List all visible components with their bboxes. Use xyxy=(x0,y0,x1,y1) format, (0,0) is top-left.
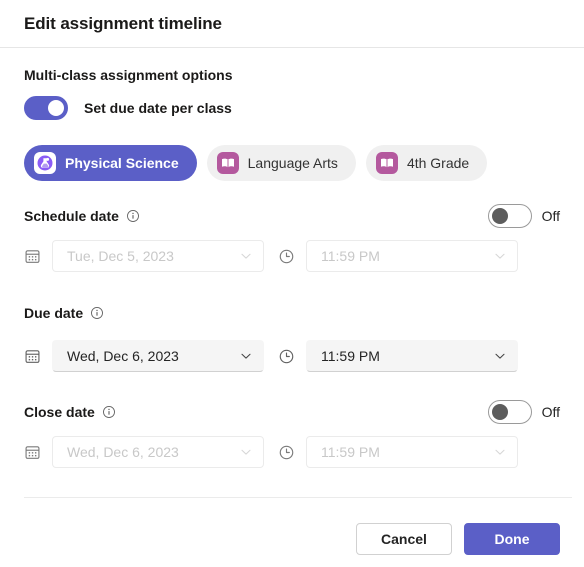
close-date-toggle-state: Off xyxy=(541,404,560,420)
calendar-icon xyxy=(24,248,52,265)
class-tab-language-arts[interactable]: Language Arts xyxy=(206,145,356,181)
schedule-date-toggle-group: Off xyxy=(487,204,560,228)
due-date-block: Due date Wed, Dec 6, 2023 11:59 PM xyxy=(24,303,560,372)
due-date-header: Due date xyxy=(24,303,560,323)
set-due-date-per-class-row: Set due date per class xyxy=(24,96,560,120)
schedule-date-value: Tue, Dec 5, 2023 xyxy=(67,248,174,264)
due-date-label: Due date xyxy=(24,305,84,321)
class-tab-4th-grade[interactable]: 4th Grade xyxy=(365,145,488,181)
due-date-value: Wed, Dec 6, 2023 xyxy=(67,348,179,364)
done-button[interactable]: Done xyxy=(464,522,560,555)
clock-icon xyxy=(278,248,306,265)
close-date-value: Wed, Dec 6, 2023 xyxy=(67,444,179,460)
schedule-date-toggle-state: Off xyxy=(541,208,560,224)
schedule-date-fields: Tue, Dec 5, 2023 11:59 PM xyxy=(24,240,560,272)
close-date-fields: Wed, Dec 6, 2023 11:59 PM xyxy=(24,436,560,468)
close-date-input[interactable]: Wed, Dec 6, 2023 xyxy=(52,436,264,468)
close-time-input[interactable]: 11:59 PM xyxy=(306,436,518,468)
schedule-date-block: Schedule date Off Tue, Dec 5, 2023 11:59… xyxy=(24,204,560,272)
class-tab-label: Language Arts xyxy=(247,155,338,171)
close-date-header: Close date Off xyxy=(24,400,560,424)
info-icon[interactable] xyxy=(90,306,104,320)
toggle-knob xyxy=(491,404,508,420)
class-tab-label: Physical Science xyxy=(65,155,179,171)
schedule-date-header: Schedule date Off xyxy=(24,204,560,228)
schedule-time-input[interactable]: 11:59 PM xyxy=(306,240,518,272)
schedule-date-toggle[interactable] xyxy=(487,204,532,228)
close-date-toggle-group: Off xyxy=(487,400,560,424)
book-icon xyxy=(216,152,239,174)
due-time-value: 11:59 PM xyxy=(321,348,380,364)
chevron-down-icon xyxy=(493,349,507,363)
close-date-toggle[interactable] xyxy=(487,400,532,424)
calendar-icon xyxy=(24,444,52,461)
cancel-button[interactable]: Cancel xyxy=(356,522,452,555)
due-date-fields: Wed, Dec 6, 2023 11:59 PM xyxy=(24,340,560,372)
schedule-date-input[interactable]: Tue, Dec 5, 2023 xyxy=(52,240,264,272)
info-icon[interactable] xyxy=(126,209,140,223)
footer-divider xyxy=(24,497,572,498)
set-due-date-per-class-label: Set due date per class xyxy=(84,100,232,116)
close-date-block: Close date Off Wed, Dec 6, 2023 11:59 PM xyxy=(24,400,560,468)
chevron-down-icon xyxy=(493,445,507,459)
class-tab-label: 4th Grade xyxy=(406,155,470,171)
class-tab-physical-science[interactable]: Physical Science xyxy=(24,145,197,181)
chevron-down-icon xyxy=(239,445,253,459)
schedule-date-label: Schedule date xyxy=(24,208,119,224)
dialog-footer: Cancel Done xyxy=(0,510,584,567)
dialog-header: Edit assignment timeline xyxy=(0,0,584,48)
clock-icon xyxy=(278,348,306,365)
due-time-input[interactable]: 11:59 PM xyxy=(306,340,518,372)
multiclass-section-label: Multi-class assignment options xyxy=(24,67,233,83)
chevron-down-icon xyxy=(493,249,507,263)
flask-icon xyxy=(34,152,56,174)
set-due-date-per-class-toggle[interactable] xyxy=(24,96,68,120)
chevron-down-icon xyxy=(239,349,253,363)
due-date-input[interactable]: Wed, Dec 6, 2023 xyxy=(52,340,264,372)
toggle-knob xyxy=(491,208,508,224)
calendar-icon xyxy=(24,348,52,365)
close-time-value: 11:59 PM xyxy=(321,444,380,460)
clock-icon xyxy=(278,444,306,461)
schedule-time-value: 11:59 PM xyxy=(321,248,380,264)
toggle-knob xyxy=(48,100,64,116)
dialog-body: Multi-class assignment options Set due d… xyxy=(0,67,584,468)
info-icon[interactable] xyxy=(102,405,116,419)
class-tab-list: Physical Science Language Arts 4th Grade xyxy=(24,145,560,181)
page-title: Edit assignment timeline xyxy=(24,13,222,33)
chevron-down-icon xyxy=(239,249,253,263)
book-icon xyxy=(375,152,398,174)
close-date-label: Close date xyxy=(24,404,95,420)
